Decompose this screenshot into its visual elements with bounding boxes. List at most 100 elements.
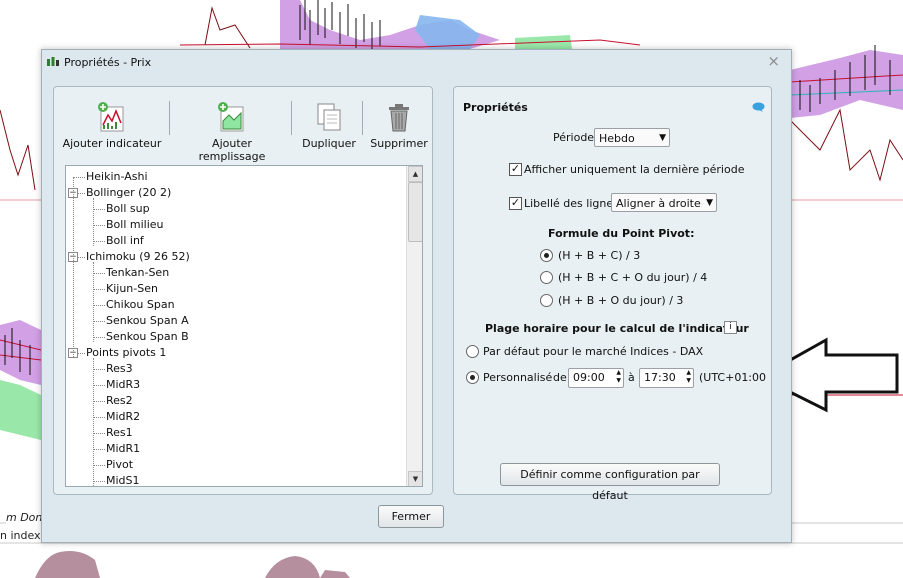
tree-group-item[interactable]: Points pivots 1 (86, 346, 166, 359)
add-indicator-icon (98, 102, 124, 132)
spinner-arrows-icon[interactable]: ▲ ▼ (686, 369, 691, 385)
tree-connector (93, 465, 105, 466)
line-labels-align-select[interactable]: Aligner à droite ▼ (611, 193, 717, 212)
tree-child-item[interactable]: Boll sup (106, 202, 150, 215)
tree-connector (93, 369, 105, 370)
indicators-panel: Ajouter indicateur Ajouter remplissage D… (53, 86, 433, 495)
dialog-titlebar[interactable]: Propriétés - Prix × (42, 50, 791, 74)
add-fill-button[interactable]: Ajouter remplissage (179, 101, 285, 163)
scroll-thumb[interactable] (408, 182, 422, 242)
tree-child-item[interactable]: Pivot (106, 458, 133, 471)
tree-child-item[interactable]: Boll inf (106, 234, 144, 247)
tree-connector (93, 241, 105, 242)
scroll-down-arrow-icon[interactable]: ▼ (408, 471, 422, 486)
tree-connector (93, 401, 105, 402)
chevron-down-icon: ▼ (659, 133, 666, 143)
formula-radio-3[interactable] (540, 294, 553, 307)
set-default-button[interactable]: Définir comme configuration par défaut (500, 463, 720, 502)
tree-child-item[interactable]: MidR3 (106, 378, 140, 391)
timezone-label: (UTC+01:00 (699, 371, 767, 384)
info-icon[interactable]: i (724, 321, 737, 334)
chevron-down-icon: ▼ (706, 198, 713, 208)
duplicate-button[interactable]: Dupliquer (299, 101, 359, 150)
tree-child-item[interactable]: Kijun-Sen (106, 282, 158, 295)
add-fill-icon (218, 102, 244, 132)
toolbar-separator (362, 101, 363, 135)
tree-child-item[interactable]: Tenkan-Sen (106, 266, 169, 279)
formula-radio-1[interactable] (540, 249, 553, 262)
spinner-arrows-icon[interactable]: ▲ ▼ (616, 369, 621, 385)
from-label: de (553, 371, 567, 384)
last-period-checkbox[interactable]: ✓ (509, 163, 522, 176)
tree-connector (93, 358, 94, 486)
line-labels-label: Libellé des lignes (524, 197, 619, 210)
tree-child-item[interactable]: MidR1 (106, 442, 140, 455)
help-bubble-icon[interactable] (752, 102, 765, 112)
properties-panel: Propriétés Période Hebdo ▼ ✓ Afficher un… (453, 86, 772, 502)
to-label: à (628, 371, 635, 384)
period-label: Période (553, 131, 595, 144)
duplicate-label: Dupliquer (302, 137, 356, 150)
add-fill-label: Ajouter remplissage (198, 137, 266, 163)
formula-radio-2[interactable] (540, 271, 553, 284)
tree-child-item[interactable]: MidS1 (106, 474, 140, 486)
time-range-title: Plage horaire pour le calcul de l'indica… (485, 322, 749, 335)
tree-connector (93, 417, 105, 418)
default-market-radio[interactable] (466, 345, 479, 358)
formula-label-2: (H + B + C + O du jour) / 4 (558, 271, 708, 284)
tree-group-item[interactable]: Heikin-Ashi (86, 170, 148, 183)
formula-label-3: (H + B + O du jour) / 3 (558, 294, 684, 307)
custom-label: Personnalisé (483, 371, 553, 384)
tree-connector (93, 262, 94, 342)
period-select[interactable]: Hebdo ▼ (594, 128, 670, 147)
tree-connector (73, 177, 85, 178)
indicator-tree[interactable]: Heikin-Ashi − Bollinger (20 2) Boll sup Boll… (65, 165, 423, 487)
dialog-title: Propriétés - Prix (64, 56, 152, 69)
tree-connector (93, 198, 94, 246)
tree-group-item[interactable]: Ichimoku (9 26 52) (86, 250, 190, 263)
tree-connector (93, 305, 105, 306)
add-indicator-button[interactable]: Ajouter indicateur (60, 101, 164, 150)
tree-connector (93, 481, 105, 482)
period-select-value: Hebdo (599, 132, 635, 145)
scroll-up-arrow-icon[interactable]: ▲ (408, 166, 422, 182)
from-time-input[interactable]: 09:00 ▲ ▼ (568, 368, 624, 388)
line-labels-align-value: Aligner à droite (616, 197, 701, 210)
tree-child-item[interactable]: Senkou Span A (106, 314, 189, 327)
add-indicator-label: Ajouter indicateur (62, 137, 162, 150)
tree-connector (93, 385, 105, 386)
close-icon[interactable]: × (767, 52, 780, 70)
duplicate-icon (317, 103, 341, 131)
line-labels-checkbox[interactable]: ✓ (509, 197, 522, 210)
tree-child-item[interactable]: Res1 (106, 426, 133, 439)
tree-child-item[interactable]: MidR2 (106, 410, 140, 423)
delete-label: Supprimer (370, 137, 428, 150)
toolbar-separator (291, 101, 292, 135)
tree-connector (93, 273, 105, 274)
toolbar-separator (169, 101, 170, 135)
chart-candles-icon (47, 57, 59, 66)
to-time-value: 17:30 (644, 371, 676, 384)
properties-title: Propriétés (463, 101, 528, 114)
tree-connector (93, 433, 105, 434)
tree-child-item[interactable]: Res2 (106, 394, 133, 407)
tree-child-item[interactable]: Senkou Span B (106, 330, 189, 343)
default-market-label: Par défaut pour le marché Indices - DAX (483, 345, 704, 358)
tree-group-item[interactable]: Bollinger (20 2) (86, 186, 171, 199)
properties-dialog: Propriétés - Prix × Ajouter indicateur A… (41, 49, 792, 543)
tree-connector (93, 449, 105, 450)
tree-child-item[interactable]: Boll milieu (106, 218, 164, 231)
tree-connector (93, 289, 105, 290)
tree-connector (93, 225, 105, 226)
tree-child-item[interactable]: Res3 (106, 362, 133, 375)
custom-radio[interactable] (466, 371, 479, 384)
trash-icon (389, 104, 409, 132)
close-button[interactable]: Fermer (378, 505, 444, 528)
tree-scrollbar[interactable]: ▲ ▼ (406, 166, 422, 486)
tree-child-item[interactable]: Chikou Span (106, 298, 175, 311)
pivot-formula-title: Formule du Point Pivot: (548, 227, 695, 240)
delete-button[interactable]: Supprimer (369, 101, 429, 150)
tree-connector (73, 177, 74, 357)
to-time-input[interactable]: 17:30 ▲ ▼ (639, 368, 694, 388)
from-time-value: 09:00 (573, 371, 605, 384)
